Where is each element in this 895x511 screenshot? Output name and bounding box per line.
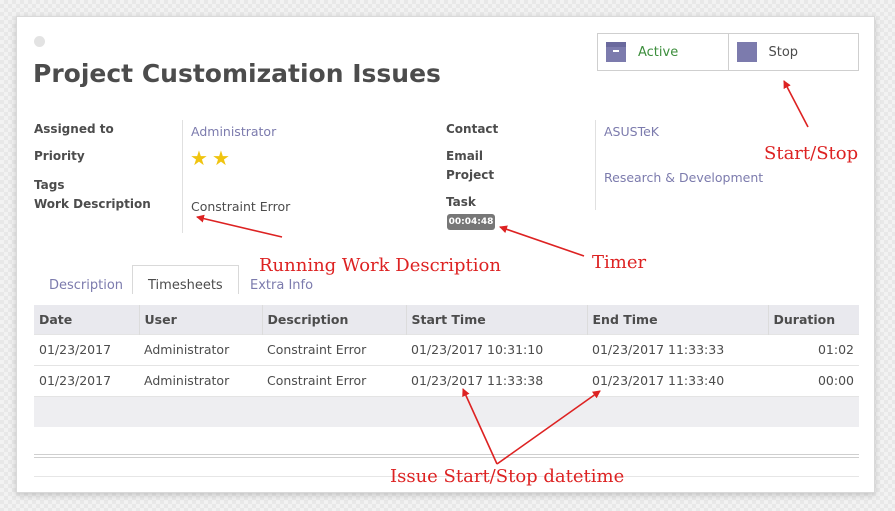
active-button-label: Active <box>638 44 679 60</box>
cell-description: Constraint Error <box>262 364 406 396</box>
tab-extra-info[interactable]: Extra Info <box>250 278 313 293</box>
left-field-separator <box>182 120 183 233</box>
work-description-label: Work Description <box>34 197 151 211</box>
email-label: Email <box>446 149 484 163</box>
table-row[interactable]: 01/23/2017 Administrator Constraint Erro… <box>34 364 859 396</box>
tab-description[interactable]: Description <box>49 278 123 293</box>
cell-description: Constraint Error <box>262 333 406 365</box>
annotation-running-work-description: Running Work Description <box>259 255 501 276</box>
archive-icon <box>606 42 626 62</box>
stop-icon <box>736 42 757 62</box>
table-header-row: Date User Description Start Time End Tim… <box>34 305 859 334</box>
project-value[interactable]: Research & Development <box>604 170 763 185</box>
table-footer-divider <box>34 454 859 458</box>
cell-date: 01/23/2017 <box>34 333 139 365</box>
tags-label: Tags <box>34 178 65 192</box>
cell-end-time: 01/23/2017 11:33:33 <box>587 333 768 365</box>
timesheet-table: Date User Description Start Time End Tim… <box>34 305 859 427</box>
column-header-description[interactable]: Description <box>261 305 406 334</box>
stop-button-label: Stop <box>768 44 799 60</box>
annotation-start-stop: Start/Stop <box>764 143 859 164</box>
column-header-duration[interactable]: Duration <box>767 305 859 334</box>
button-box: Active Stop <box>597 33 859 71</box>
active-button[interactable]: Active <box>598 34 728 70</box>
priority-star-1-icon[interactable]: ★ <box>190 148 208 168</box>
page-title: Project Customization Issues <box>33 59 441 88</box>
cell-duration: 01:02 <box>768 333 859 365</box>
assigned-to-value[interactable]: Administrator <box>191 124 276 139</box>
annotation-issue-start-stop-datetime: Issue Start/Stop datetime <box>390 466 625 487</box>
priority-label: Priority <box>34 149 85 163</box>
contact-value[interactable]: ASUSTeK <box>604 124 659 139</box>
contact-label: Contact <box>446 122 499 136</box>
assigned-to-label: Assigned to <box>34 122 114 136</box>
work-description-value[interactable]: Constraint Error <box>191 199 290 214</box>
priority-star-2-icon[interactable]: ★ <box>212 148 230 168</box>
stop-button[interactable]: Stop <box>727 34 859 70</box>
column-header-end-time[interactable]: End Time <box>586 305 768 334</box>
cell-start-time: 01/23/2017 10:31:10 <box>406 333 587 365</box>
status-dot[interactable] <box>34 36 45 47</box>
cell-start-time: 01/23/2017 11:33:38 <box>406 364 587 396</box>
annotation-timer: Timer <box>592 252 647 273</box>
cell-user: Administrator <box>139 333 262 365</box>
cell-user: Administrator <box>139 364 262 396</box>
column-header-start-time[interactable]: Start Time <box>405 305 587 334</box>
timer-badge: 00:04:48 <box>447 214 495 230</box>
column-header-user[interactable]: User <box>138 305 262 334</box>
tab-timesheets[interactable]: Timesheets <box>132 265 239 294</box>
empty-row <box>34 395 859 427</box>
cell-duration: 00:00 <box>768 364 859 396</box>
task-label: Task <box>446 195 476 209</box>
cell-end-time: 01/23/2017 11:33:40 <box>587 364 768 396</box>
right-field-separator <box>595 120 596 210</box>
cell-date: 01/23/2017 <box>34 364 139 396</box>
table-row[interactable]: 01/23/2017 Administrator Constraint Erro… <box>34 333 859 365</box>
column-header-date[interactable]: Date <box>34 305 139 334</box>
project-label: Project <box>446 168 495 182</box>
